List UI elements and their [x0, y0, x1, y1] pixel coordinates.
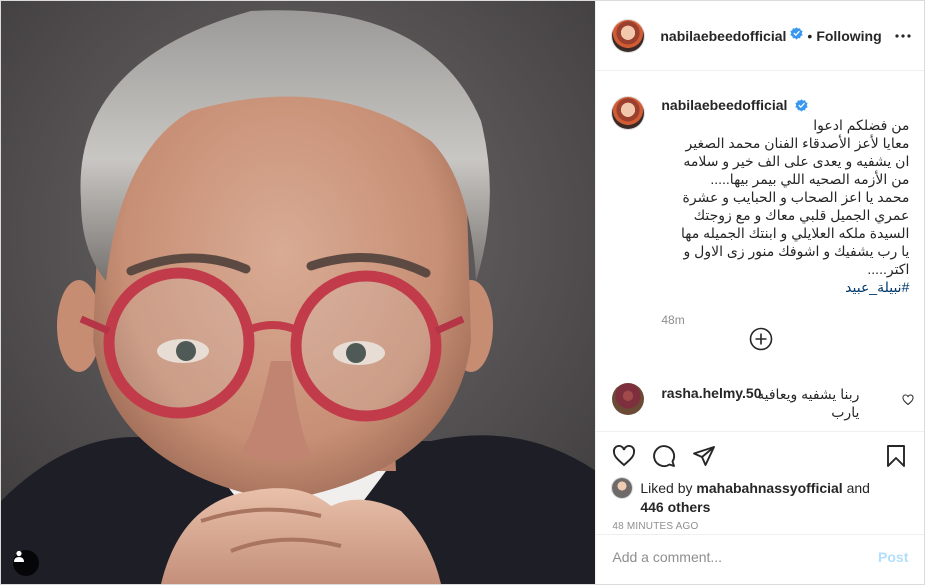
save-icon[interactable] — [884, 444, 908, 468]
more-options-icon[interactable] — [892, 25, 914, 47]
post-timestamp[interactable]: 48 MINUTES AGO — [612, 521, 698, 532]
verified-badge-icon — [795, 99, 808, 115]
post-photo[interactable] — [1, 1, 596, 584]
post-actions: Liked by mahabahnassyofficial and 446 ot… — [596, 431, 925, 537]
likes-summary: Liked by mahabahnassyofficial and 446 ot… — [612, 478, 912, 517]
comment-icon[interactable] — [652, 444, 676, 468]
add-comment-bar: Add a comment... Post — [596, 534, 925, 584]
commenter-avatar[interactable] — [612, 383, 645, 415]
caption-avatar[interactable] — [612, 97, 645, 129]
portrait-image — [1, 1, 596, 584]
caption-username[interactable]: nabilaebeedofficial — [661, 97, 808, 115]
following-button[interactable]: Following — [816, 28, 881, 44]
comments-section: nabilaebeedofficial من فضلكم ادعوا معايا… — [596, 71, 924, 443]
separator-dot: • — [807, 27, 813, 44]
caption-time[interactable]: 48m — [661, 313, 684, 327]
heart-icon[interactable] — [612, 444, 636, 468]
liker-username[interactable]: mahabahnassyofficial — [696, 480, 842, 496]
likes-count-link[interactable]: 446 others — [640, 499, 710, 515]
user-tag-icon[interactable] — [13, 550, 39, 576]
caption-text: من فضلكم ادعوا معايا لأعز الأصدقاء الفنا… — [661, 116, 909, 296]
likes-and: and — [846, 480, 870, 496]
share-icon[interactable] — [692, 444, 716, 468]
caption-body: من فضلكم ادعوا معايا لأعز الأصدقاء الفنا… — [680, 117, 910, 277]
post-sidebar: nabilaebeedofficial • Following nabilaeb… — [595, 1, 925, 584]
comment-text: ربنا يشفيه ويعافيه يارب — [757, 386, 860, 420]
post-comment-button[interactable]: Post — [878, 549, 908, 565]
caption-username-text[interactable]: nabilaebeedofficial — [661, 97, 787, 113]
author-username[interactable]: nabilaebeedofficial — [660, 28, 786, 44]
likes-text: Liked by mahabahnassyofficial and 446 ot… — [640, 479, 880, 517]
post-dialog: nabilaebeedofficial • Following nabilaeb… — [0, 0, 925, 585]
avatar[interactable] — [612, 19, 645, 52]
hashtag-link[interactable]: #نبيلة_عبيد — [845, 279, 909, 295]
comment-input[interactable]: Add a comment... — [612, 549, 722, 565]
likes-prefix: Liked by — [640, 480, 693, 496]
liker-avatar[interactable] — [612, 478, 633, 498]
verified-badge-icon — [790, 26, 804, 45]
comment-heart-icon[interactable] — [902, 393, 914, 406]
post-header: nabilaebeedofficial • Following — [596, 1, 924, 71]
load-more-comments-icon[interactable] — [749, 327, 773, 351]
